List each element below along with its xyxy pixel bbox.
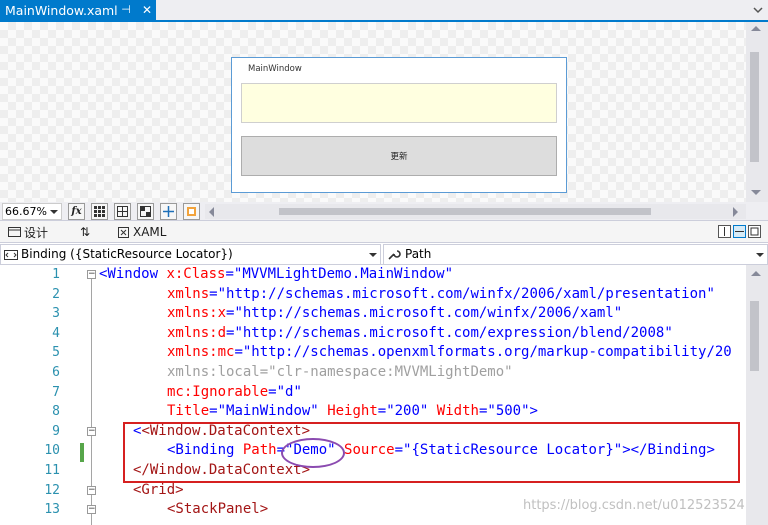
line-number: 3 bbox=[52, 306, 60, 322]
scroll-right-icon[interactable] bbox=[733, 207, 738, 217]
collapse-icon[interactable]: − bbox=[87, 270, 96, 279]
fx-icon[interactable]: fx bbox=[68, 203, 85, 220]
document-tab-strip: MainWindow.xaml ⊣ ✕ bbox=[0, 0, 768, 22]
line-number: 1 bbox=[52, 267, 60, 282]
preview-textbox[interactable] bbox=[241, 83, 557, 123]
code-line-4: xmlns:d="http://schemas.microsoft.com/ex… bbox=[167, 324, 673, 341]
snap-lines-icon[interactable] bbox=[160, 203, 177, 220]
collapse-icon[interactable]: − bbox=[87, 427, 96, 436]
project-code-icon[interactable] bbox=[183, 203, 200, 220]
navigation-bar: Binding ({StaticResource Locator}) Path bbox=[0, 244, 768, 265]
line-number: 7 bbox=[52, 384, 60, 400]
line-number: 2 bbox=[52, 286, 60, 302]
swap-panes-button[interactable]: ⇅ bbox=[80, 223, 90, 241]
xaml-code-editor[interactable]: 1 2 3 4 5 6 7 8 9 10 11 12 13 − − − − <W… bbox=[0, 265, 746, 525]
design-vertical-scrollbar[interactable] bbox=[746, 22, 768, 202]
tab-xaml[interactable]: XAML bbox=[118, 223, 166, 241]
code-line-3: xmlns:x="http://schemas.microsoft.com/wi… bbox=[167, 305, 623, 322]
design-horizontal-scrollbar[interactable] bbox=[205, 204, 746, 219]
snap-grid-icon[interactable] bbox=[114, 203, 131, 220]
tab-design[interactable]: 设计 bbox=[8, 223, 48, 241]
scroll-up-icon[interactable] bbox=[751, 26, 761, 31]
code-line-2: xmlns="http://schemas.microsoft.com/winf… bbox=[167, 285, 715, 302]
line-number: 13 bbox=[44, 502, 60, 518]
code-line-1: <Window x:Class="MVVMLightDemo.MainWindo… bbox=[99, 266, 454, 282]
code-line-6: xmlns:local="clr-namespace:MVVMLightDemo… bbox=[167, 364, 513, 380]
scroll-down-icon[interactable] bbox=[751, 190, 761, 195]
collapse-icon[interactable]: − bbox=[87, 486, 96, 495]
grid-icon[interactable] bbox=[91, 203, 108, 220]
chevron-down-icon bbox=[369, 253, 377, 257]
scroll-left-icon[interactable] bbox=[209, 207, 214, 217]
code-line-7: mc:Ignorable="d" bbox=[167, 383, 302, 400]
annotation-red-box bbox=[123, 422, 740, 483]
preview-update-button[interactable]: 更新 bbox=[241, 136, 557, 176]
scroll-thumb[interactable] bbox=[750, 52, 759, 162]
zoom-select[interactable]: 66.67% bbox=[2, 203, 62, 220]
design-window-preview[interactable]: MainWindow 更新 bbox=[231, 57, 567, 193]
tab-xaml-label: XAML bbox=[133, 225, 167, 239]
design-surface: MainWindow 更新 bbox=[0, 22, 746, 202]
chevron-down-icon bbox=[756, 253, 764, 257]
line-number: 5 bbox=[52, 345, 60, 361]
annotation-ellipse bbox=[281, 438, 345, 468]
window-caption: MainWindow bbox=[248, 64, 302, 74]
chevron-down-icon[interactable] bbox=[752, 4, 764, 16]
line-number: 12 bbox=[44, 482, 60, 498]
member-selector-value: Path bbox=[405, 247, 432, 261]
change-marker bbox=[80, 443, 84, 462]
zoom-value: 66.67% bbox=[5, 205, 47, 218]
line-number: 4 bbox=[52, 325, 60, 341]
design-view-icon bbox=[8, 227, 21, 237]
pin-icon[interactable]: ⊣ bbox=[120, 3, 132, 17]
element-selector[interactable]: Binding ({StaticResource Locator}) bbox=[0, 244, 381, 265]
artboard-background-icon[interactable] bbox=[137, 203, 154, 220]
scroll-up-icon[interactable] bbox=[751, 271, 761, 276]
document-tab-title: MainWindow.xaml bbox=[5, 2, 118, 18]
collapse-pane-icon[interactable] bbox=[748, 225, 761, 238]
line-number: 8 bbox=[52, 404, 60, 420]
code-line-5: xmlns:mc="http://schemas.openxmlformats.… bbox=[167, 344, 732, 361]
tab-design-label: 设计 bbox=[24, 225, 49, 240]
watermark: https://blog.csdn.net/u012523524 bbox=[523, 498, 745, 513]
scroll-thumb[interactable] bbox=[279, 208, 651, 215]
member-selector[interactable]: Path bbox=[383, 244, 768, 265]
swap-icon: ⇅ bbox=[80, 225, 91, 239]
line-number: 9 bbox=[52, 423, 60, 439]
element-selector-value: Binding ({StaticResource Locator}) bbox=[21, 247, 233, 261]
line-number: 10 bbox=[44, 443, 60, 459]
split-view-bar: 设计 ⇅ XAML bbox=[0, 221, 768, 243]
chevron-down-icon bbox=[50, 210, 58, 214]
close-icon[interactable]: ✕ bbox=[140, 2, 154, 18]
vertical-split-icon[interactable] bbox=[718, 225, 731, 238]
line-number: 6 bbox=[52, 365, 60, 380]
code-line-11: <Grid> bbox=[133, 481, 184, 498]
collapse-icon[interactable]: − bbox=[87, 505, 96, 514]
code-line-13: <StackPanel> bbox=[167, 501, 269, 518]
element-icon bbox=[4, 249, 18, 260]
line-number: 11 bbox=[44, 463, 60, 478]
code-line-8: Title="MainWindow" Height="200" Width="5… bbox=[167, 403, 538, 420]
wrench-icon bbox=[388, 249, 401, 260]
design-toolbar: 66.67% fx bbox=[0, 202, 768, 221]
xaml-view-icon bbox=[118, 226, 129, 238]
document-tab-mainwindow[interactable]: MainWindow.xaml ⊣ ✕ bbox=[0, 0, 156, 20]
horizontal-split-icon[interactable] bbox=[733, 225, 746, 238]
editor-vertical-scrollbar[interactable] bbox=[746, 265, 768, 525]
scroll-thumb[interactable] bbox=[750, 301, 759, 371]
